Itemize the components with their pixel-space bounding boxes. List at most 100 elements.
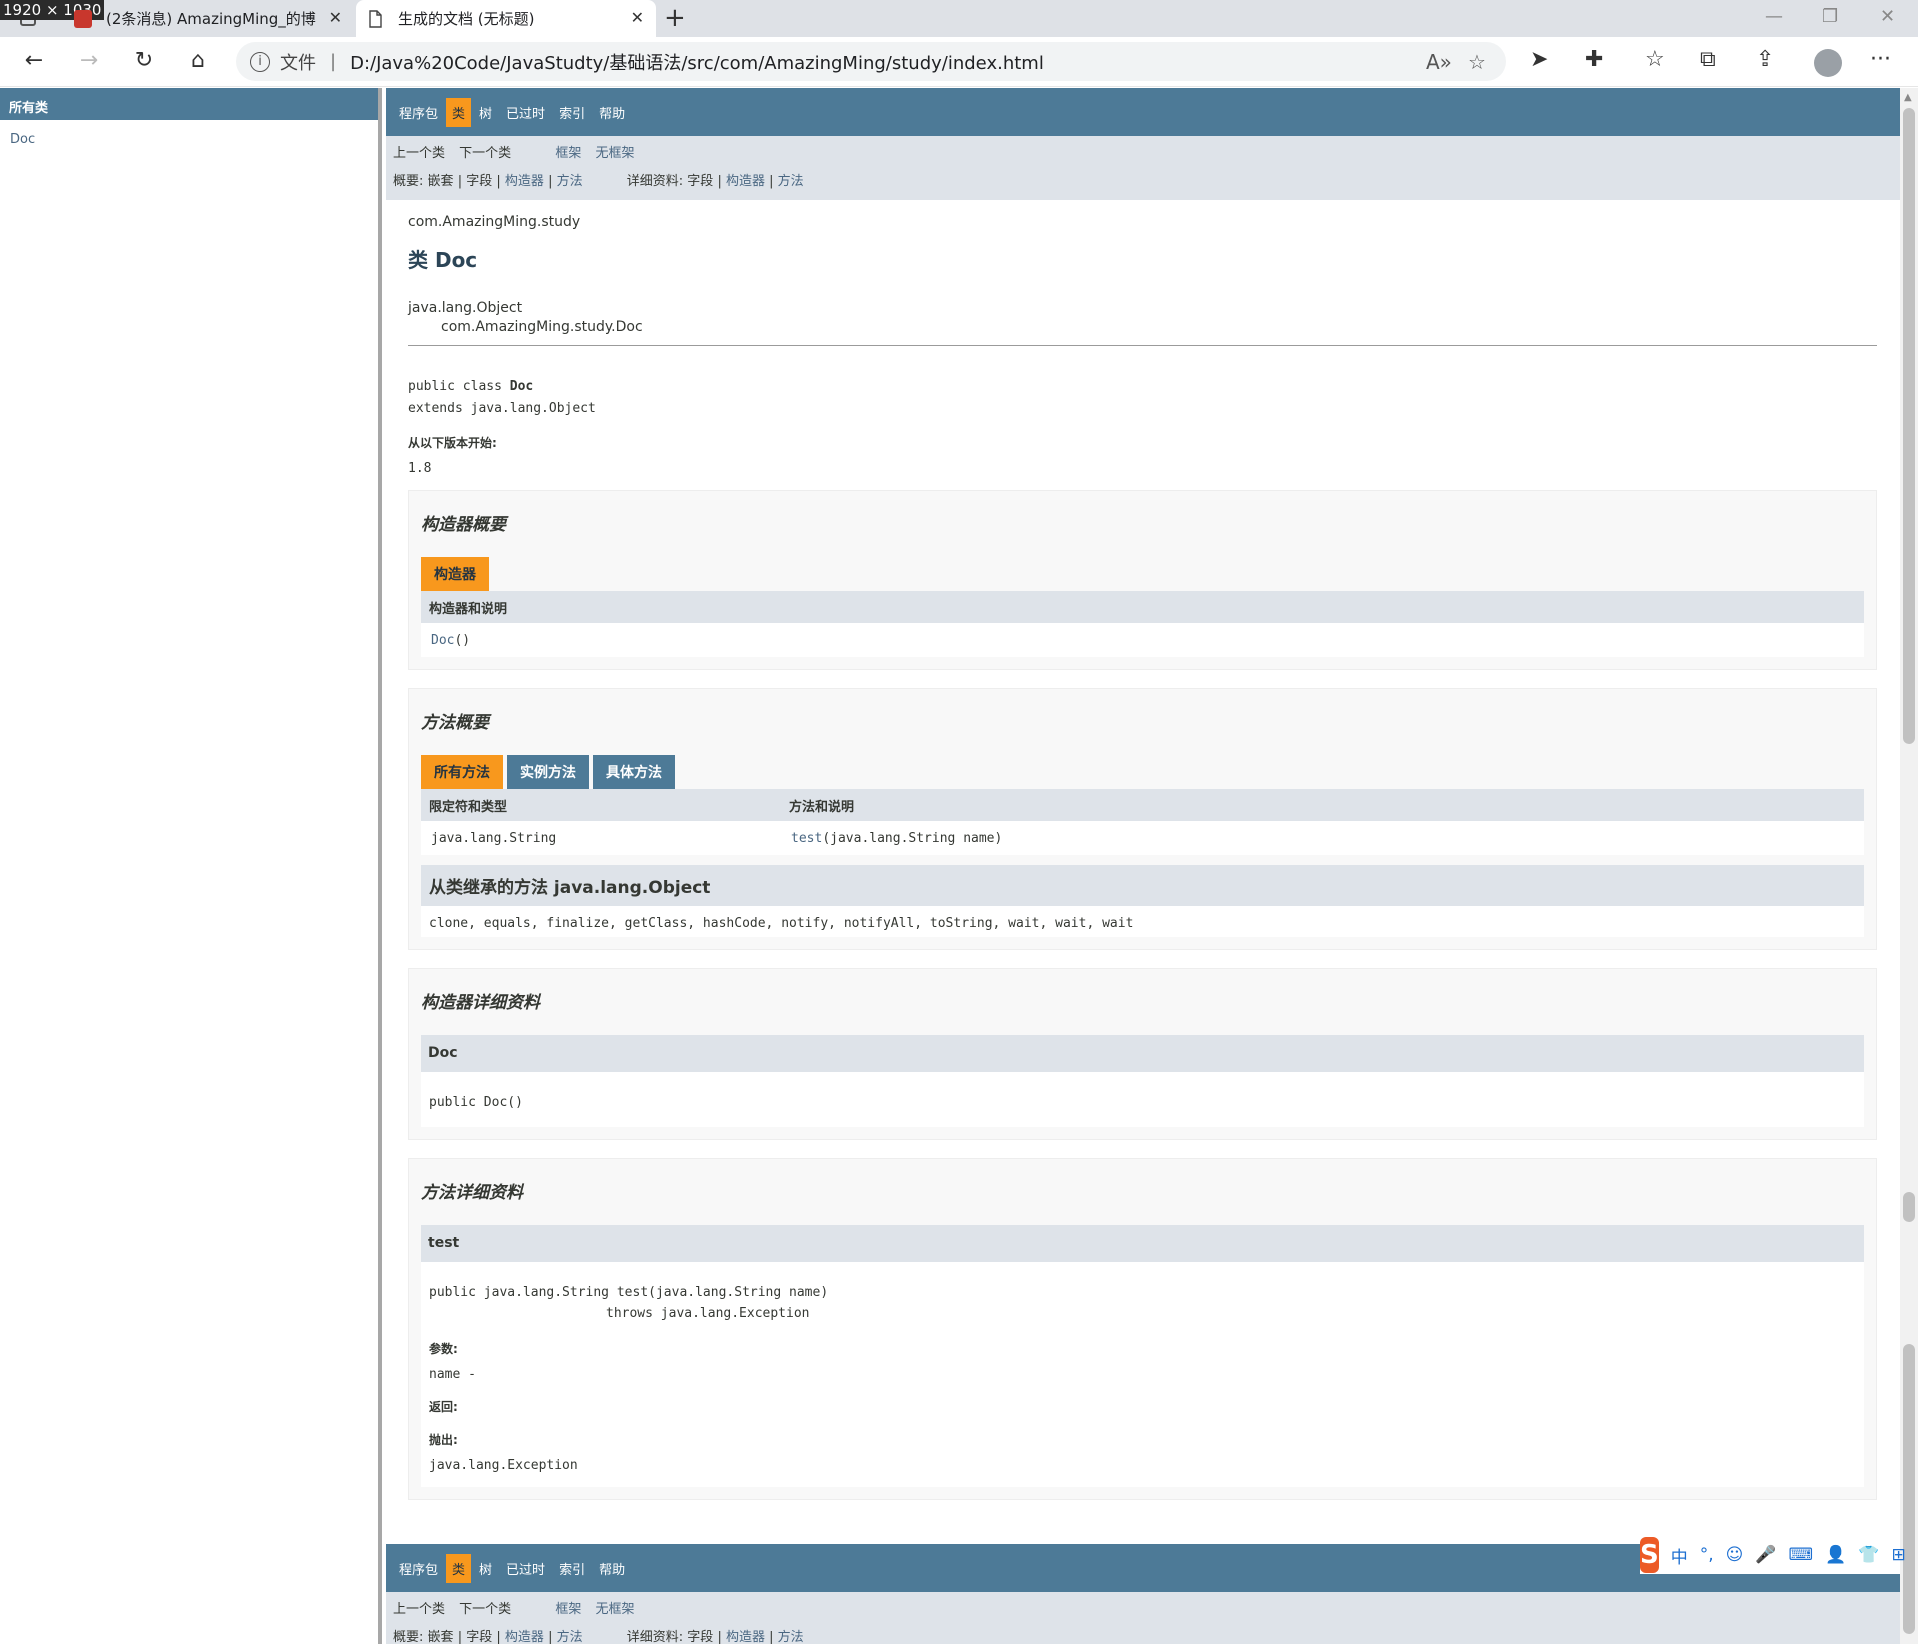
collections-icon[interactable]: ⧉: [1700, 47, 1716, 72]
ime-tools-icon[interactable]: ⊞: [1891, 1545, 1905, 1565]
nav-tree[interactable]: 树: [473, 98, 498, 127]
next-class-link[interactable]: 下一个类: [459, 146, 511, 161]
package-label: com.AmazingMing.study: [408, 214, 581, 230]
decl-prefix: public class: [408, 379, 510, 394]
tab-generated-doc[interactable]: 生成的文档 (无标题) ✕: [356, 0, 656, 37]
summary-nested: 嵌套: [427, 174, 454, 189]
ime-user-icon[interactable]: 👤: [1825, 1545, 1846, 1565]
forward-arrow-icon[interactable]: →: [75, 47, 103, 75]
refresh-icon[interactable]: ↻: [130, 47, 158, 75]
method-test-link[interactable]: test: [791, 831, 822, 846]
tab-title: (2条消息) AmazingMing_的博客_: [106, 10, 316, 28]
ime-punctuation-icon[interactable]: °,: [1700, 1545, 1714, 1565]
frames-link[interactable]: 框架: [555, 1602, 581, 1617]
nav-index[interactable]: 索引: [553, 98, 591, 127]
sub-nav: 上一个类 下一个类 框架 无框架 概要: 嵌套 | 字段 | 构造器 | 方法 …: [386, 1592, 1900, 1644]
detail-method-link[interactable]: 方法: [778, 174, 804, 189]
sub-nav: 上一个类 下一个类 框架 无框架 概要: 嵌套 | 字段 | 构造器 | 方法 …: [386, 136, 1900, 200]
share-icon[interactable]: ⇪: [1756, 47, 1774, 72]
scrollbar-thumb[interactable]: [1903, 1192, 1915, 1222]
detail-constructor-link[interactable]: 构造器: [726, 174, 765, 189]
detail-method-link[interactable]: 方法: [778, 1630, 804, 1644]
favorites-icon[interactable]: ☆: [1645, 47, 1665, 72]
constructor-detail: 构造器详细资料 Doc public Doc(): [408, 968, 1877, 1140]
summary-method-link[interactable]: 方法: [557, 174, 583, 189]
constructor-doc-link[interactable]: Doc: [431, 633, 454, 648]
ime-emoji-icon[interactable]: ☺: [1726, 1545, 1744, 1565]
nav-help[interactable]: 帮助: [593, 98, 631, 127]
minimize-icon[interactable]: —: [1765, 6, 1783, 27]
tab-close-icon[interactable]: ✕: [631, 8, 644, 27]
next-class-link[interactable]: 下一个类: [459, 1602, 511, 1617]
cursor-extension-icon[interactable]: ➤: [1530, 47, 1548, 72]
tab-close-icon[interactable]: ✕: [329, 8, 342, 27]
restore-icon[interactable]: ❐: [1822, 6, 1838, 27]
separator: |: [496, 174, 501, 189]
top-nav-bar: 程序包 类 树 已过时 索引 帮助: [386, 88, 1900, 136]
url-text[interactable]: D:/Java%20Code/JavaStudty/基础语法/src/com/A…: [350, 49, 1044, 75]
more-menu-icon[interactable]: ···: [1870, 47, 1891, 72]
throws-value: java.lang.Exception: [429, 1458, 578, 1473]
window-close-icon[interactable]: ✕: [1880, 6, 1895, 27]
nav-deprecated[interactable]: 已过时: [500, 98, 551, 127]
sogou-logo-icon[interactable]: S: [1640, 1537, 1659, 1573]
csdn-favicon-icon: [74, 9, 92, 28]
inheritance-tree: java.lang.Object com.AmazingMing.study.D…: [408, 299, 1877, 337]
nav-package[interactable]: 程序包: [393, 1554, 444, 1583]
ime-keyboard-icon[interactable]: ⌨: [1789, 1545, 1814, 1565]
extensions-icon[interactable]: ✚: [1585, 47, 1603, 72]
new-tab-button[interactable]: +: [664, 3, 686, 33]
back-arrow-icon[interactable]: ←: [20, 47, 48, 75]
decl-extends: extends java.lang.Object: [408, 401, 596, 416]
add-favorite-icon[interactable]: ☆: [1468, 50, 1486, 74]
tab-all-methods[interactable]: 所有方法: [421, 755, 503, 789]
ime-skin-icon[interactable]: 👕: [1858, 1545, 1879, 1565]
vertical-scrollbar[interactable]: ▲: [1900, 88, 1918, 1644]
separator: |: [717, 1630, 722, 1644]
tree-child: com.AmazingMing.study.Doc: [441, 319, 643, 335]
no-frames-link[interactable]: 无框架: [595, 146, 634, 161]
info-icon[interactable]: i: [250, 51, 270, 72]
ime-voice-icon[interactable]: 🎤: [1755, 1545, 1776, 1565]
read-aloud-icon[interactable]: A»: [1426, 50, 1452, 74]
separator: |: [457, 1630, 463, 1644]
address-bar[interactable]: i 文件 | D:/Java%20Code/JavaStudty/基础语法/sr…: [236, 42, 1506, 81]
constructor-signature: public Doc(): [429, 1095, 523, 1110]
scroll-up-arrow-icon[interactable]: ▲: [1904, 92, 1912, 103]
tab-concrete-methods[interactable]: 具体方法: [593, 755, 675, 789]
table-row: Doc(): [421, 623, 1864, 657]
summary-field: 字段: [466, 174, 493, 189]
summary-constructor-link[interactable]: 构造器: [505, 174, 544, 189]
signature-throws: throws java.lang.Exception: [606, 1306, 810, 1321]
returns-label: 返回:: [429, 1400, 458, 1414]
prev-class-link[interactable]: 上一个类: [393, 146, 445, 161]
nav-help[interactable]: 帮助: [593, 1554, 631, 1583]
home-icon[interactable]: ⌂: [184, 47, 212, 75]
ime-chinese-mode[interactable]: 中: [1671, 1543, 1688, 1568]
tab-instance-methods[interactable]: 实例方法: [507, 755, 589, 789]
method-body: public java.lang.String test(java.lang.S…: [421, 1262, 1864, 1487]
frames-link[interactable]: 框架: [555, 146, 581, 161]
no-frames-link[interactable]: 无框架: [595, 1602, 634, 1617]
constructor-detail-title: 构造器详细资料: [421, 993, 540, 1013]
summary-constructor-link[interactable]: 构造器: [505, 1630, 544, 1644]
tab-title: 生成的文档 (无标题): [398, 10, 535, 28]
header-cell: 限定符和类型: [429, 799, 508, 815]
nav-index[interactable]: 索引: [553, 1554, 591, 1583]
method-name: test: [421, 1225, 1864, 1262]
nav-deprecated[interactable]: 已过时: [500, 1554, 551, 1583]
constructor-summary: 构造器概要 构造器 构造器和说明 Doc(): [408, 490, 1877, 670]
summary-method-link[interactable]: 方法: [557, 1630, 583, 1644]
profile-avatar[interactable]: [1814, 49, 1842, 77]
detail-constructor-link[interactable]: 构造器: [726, 1630, 765, 1644]
prev-class-link[interactable]: 上一个类: [393, 1602, 445, 1617]
params-value: name -: [429, 1367, 476, 1382]
inherited-methods-list: clone, equals, finalize, getClass, hashC…: [421, 906, 1864, 937]
scrollbar-thumb[interactable]: [1903, 108, 1915, 744]
nav-package[interactable]: 程序包: [393, 98, 444, 127]
class-link-doc[interactable]: Doc: [10, 132, 368, 147]
scrollbar-thumb[interactable]: [1903, 1344, 1915, 1634]
class-content: com.AmazingMing.study 类 Doc java.lang.Ob…: [386, 214, 1900, 1500]
nav-tree[interactable]: 树: [473, 1554, 498, 1583]
tab-blog[interactable]: (2条消息) AmazingMing_的博客_ ✕: [64, 0, 354, 37]
